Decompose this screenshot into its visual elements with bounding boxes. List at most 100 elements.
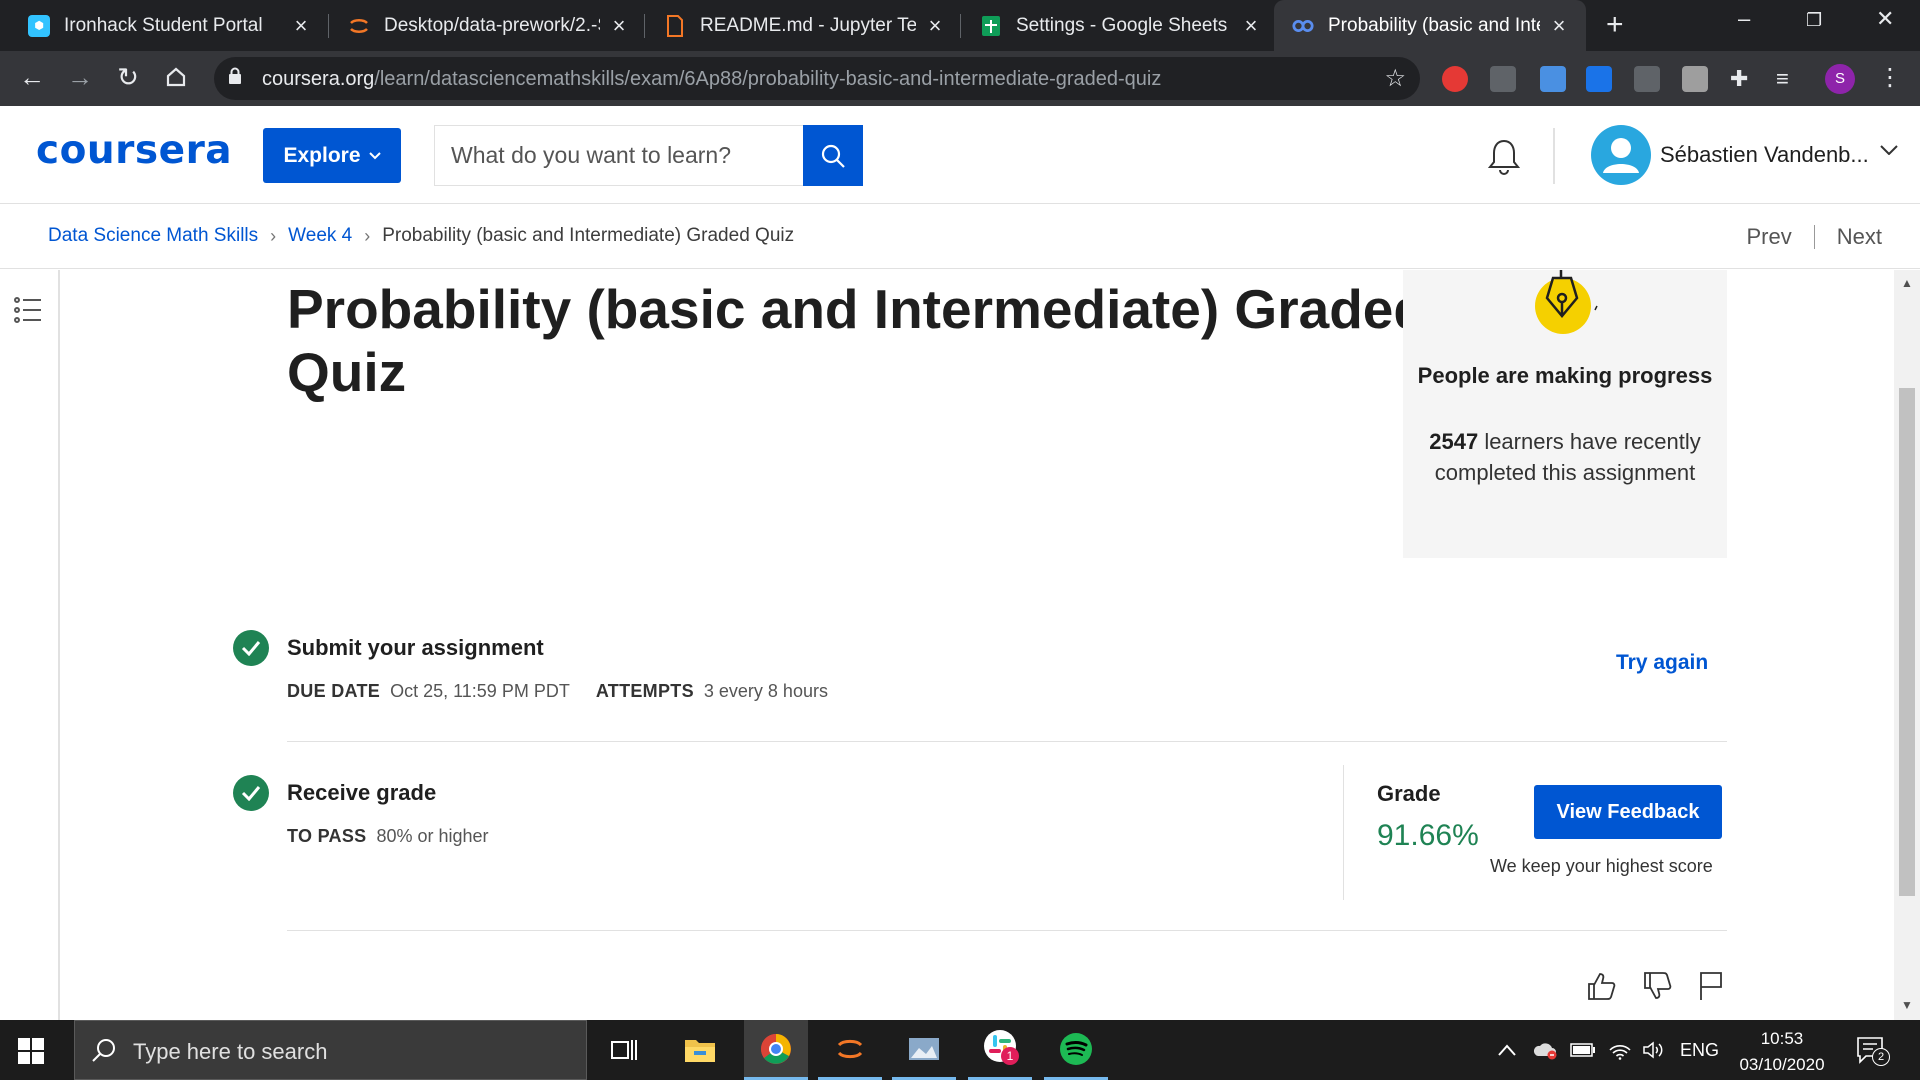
action-center-icon[interactable]: 2 [1856,1036,1890,1069]
scroll-up-arrow-icon[interactable]: ▲ [1901,276,1913,290]
extensions-puzzle-icon[interactable]: ✚ [1730,66,1756,92]
chevron-down-icon[interactable] [1880,142,1898,160]
clock-date: 03/10/2020 [1739,1055,1825,1074]
facebook-extension-icon[interactable] [1634,66,1660,92]
breadcrumb-week-link[interactable]: Week 4 [288,225,352,247]
new-tab-icon[interactable]: + [1606,8,1624,42]
feedback-actions [1585,970,1725,1007]
browser-toolbar: ← → ↻ coursera.org/learn/datasciencemath… [0,51,1920,106]
onedrive-icon[interactable] [1532,1020,1558,1080]
flag-icon[interactable] [1697,970,1725,1007]
pass-meta: TO PASS 80% or higher [287,826,489,847]
forward-icon[interactable]: → [62,59,98,95]
next-link[interactable]: Next [1837,224,1882,250]
ironhack-icon: ⬢ [28,14,50,37]
user-name[interactable]: Sébastien Vandenb... [1660,142,1869,168]
view-feedback-button[interactable]: View Feedback [1534,785,1722,839]
grammar-extension-icon[interactable] [1682,66,1708,92]
notifications-bell-icon[interactable] [1486,138,1522,181]
page-scrollbar[interactable]: ▲ ▼ [1894,270,1920,1020]
grade-label: Grade [1377,781,1441,806]
browser-tab-jupyter[interactable]: Desktop/data-prework/2.-S × [330,0,646,51]
coursera-logo[interactable]: coursera [36,128,232,173]
section-divider [287,741,1727,742]
restore-icon[interactable]: ❐ [1806,10,1822,31]
language-indicator[interactable]: ENG [1680,1020,1719,1080]
progress-card: People are making progress 2547 learners… [1403,270,1727,558]
header-divider [1553,128,1555,184]
pen-nib-icon [1535,270,1598,334]
home-icon[interactable] [158,59,194,95]
browser-tab-readme[interactable]: README.md - Jupyter Text E × [646,0,962,51]
close-tab-icon[interactable]: × [292,13,310,39]
jupyter-taskbar-icon[interactable] [818,1020,882,1080]
wifi-icon[interactable] [1608,1020,1632,1080]
course-outline-rail [0,270,60,1020]
due-date-value: Oct 25, 11:59 PM PDT [390,681,570,701]
spotify-taskbar-icon[interactable] [1044,1020,1108,1080]
thumbs-down-icon[interactable] [1641,970,1673,1007]
notification-count-badge: 2 [1872,1048,1890,1066]
minimize-icon[interactable]: – [1738,6,1750,32]
coursera-icon [1292,15,1314,37]
close-window-icon[interactable]: ✕ [1876,6,1894,32]
media-extension-icon[interactable] [1586,66,1612,92]
tab-title: Ironhack Student Portal [64,14,263,36]
chrome-taskbar-icon[interactable] [744,1020,808,1080]
battery-icon[interactable] [1570,1020,1596,1080]
due-date-label: DUE DATE [287,681,381,701]
site-header: coursera Explore Sébastien Vandenb... [0,106,1920,204]
scroll-down-arrow-icon[interactable]: ▼ [1901,998,1913,1012]
close-tab-icon[interactable]: × [926,13,944,39]
try-again-link[interactable]: Try again [1616,651,1708,675]
browser-tab-sheets[interactable]: Settings - Google Sheets × [962,0,1278,51]
adblock-extension-icon[interactable] [1442,66,1468,92]
back-icon[interactable]: ← [14,59,50,95]
tab-title: Desktop/data-prework/2.-S [384,14,600,36]
main-content: Probability (basic and Intermediate) Gra… [60,270,1894,1020]
bookmark-star-icon[interactable]: ☆ [1384,64,1406,93]
tab-divider [328,14,329,38]
breadcrumb-course-link[interactable]: Data Science Math Skills [48,225,258,247]
jupyter-icon [348,15,370,37]
progress-card-text: 2547 learners have recently completed th… [1423,426,1707,488]
browser-tab-coursera[interactable]: Probability (basic and Intern × [1274,0,1586,51]
close-tab-icon[interactable]: × [610,13,628,39]
explore-button[interactable]: Explore [263,128,401,183]
lock-icon [228,67,242,90]
volume-icon[interactable] [1642,1020,1666,1080]
close-tab-icon[interactable]: × [1242,13,1260,39]
chrome-menu-icon[interactable]: ⋮ [1878,63,1902,92]
show-hidden-icons-chevron[interactable] [1498,1020,1516,1080]
scrollbar-thumb[interactable] [1899,388,1915,896]
media-control-icon[interactable]: ≡ [1776,66,1802,92]
slack-badge: 1 [1001,1047,1019,1065]
tab-title: Probability (basic and Intern [1328,14,1540,36]
attempts-label: ATTEMPTS [595,681,694,701]
browser-tab-ironhack[interactable]: ⬢ Ironhack Student Portal × [10,0,328,51]
grade-checkmark-icon [233,775,269,811]
image-viewer-taskbar-icon[interactable] [892,1020,956,1080]
chevron-right-icon: › [270,225,277,246]
search-button[interactable] [803,125,863,186]
reload-icon[interactable]: ↻ [110,59,146,95]
slack-taskbar-icon[interactable]: 1 [968,1020,1032,1080]
close-tab-icon[interactable]: × [1550,13,1568,39]
taskbar-search[interactable]: Type here to search [74,1020,587,1080]
search-input[interactable] [435,126,804,185]
thumbs-up-icon[interactable] [1585,970,1617,1007]
course-outline-menu-icon[interactable] [14,296,42,329]
profile-avatar[interactable]: S [1825,64,1855,94]
task-view-icon[interactable] [592,1020,656,1080]
submit-checkmark-icon [233,630,269,666]
windows-start-icon[interactable] [18,1038,44,1069]
receive-grade-heading: Receive grade [287,780,437,805]
file-explorer-icon[interactable] [668,1020,732,1080]
address-bar[interactable]: coursera.org/learn/datasciencemathskills… [214,57,1420,100]
system-clock[interactable]: 10:53 03/10/2020 [1722,1026,1842,1078]
grade-value: 91.66% [1377,819,1479,852]
calendar-extension-icon[interactable] [1540,66,1566,92]
prev-link[interactable]: Prev [1747,224,1792,250]
user-avatar[interactable] [1591,125,1651,185]
css-extension-icon[interactable] [1490,66,1516,92]
